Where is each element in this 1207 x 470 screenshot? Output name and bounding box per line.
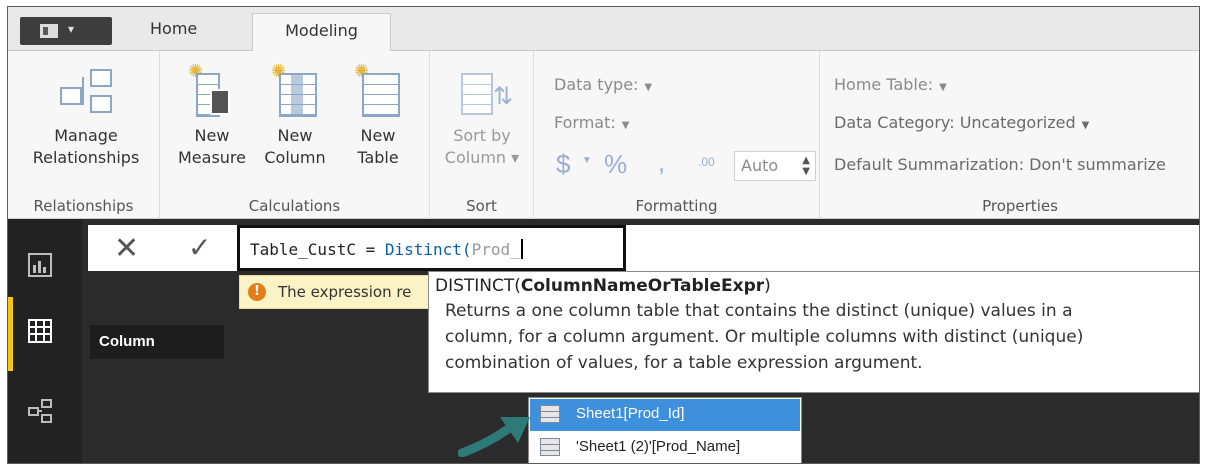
data-type-dropdown[interactable]: Data type: ▼ (554, 75, 652, 94)
data-view-icon[interactable] (28, 319, 52, 343)
cancel-formula-icon[interactable]: ✕ (114, 231, 139, 266)
file-menu-button[interactable]: ▾ (20, 17, 112, 45)
auto-value: Auto (741, 156, 779, 175)
signature-end: ) (764, 276, 771, 296)
active-view-indicator (8, 297, 13, 371)
default-summarization-dropdown[interactable]: Default Summarization: Don't summarize (834, 155, 1166, 174)
button-label: Table (357, 148, 399, 167)
warning-icon: ! (248, 283, 266, 301)
description-line: column, for a column argument. Or multip… (445, 327, 1084, 347)
formula-typed: Prod_ (471, 240, 520, 259)
text-cursor (520, 239, 523, 259)
group-calculations: ✺ New Measure ✺ New Column ✺ New Table C… (160, 51, 430, 219)
button-label: New (360, 126, 396, 145)
relationships-icon (56, 65, 116, 117)
formula-bar: ✕ ✓ Table_CustC = Distinct(Prod_ (88, 225, 1199, 271)
home-table-label: Home Table: (834, 75, 934, 94)
new-measure-icon: ✺ (188, 61, 234, 117)
group-label: Sort (466, 197, 497, 215)
data-category-dropdown[interactable]: Data Category: Uncategorized ▼ (834, 113, 1089, 132)
button-label: Sort by (453, 126, 511, 145)
commit-formula-icon[interactable]: ✓ (188, 231, 211, 264)
relationships-view-icon[interactable] (28, 399, 52, 423)
ribbon: Manage Relationships Relationships ✺ New… (8, 51, 1199, 219)
warning-text: The expression re (278, 283, 412, 301)
group-label: Calculations (248, 197, 341, 215)
ribbon-tab-bar: ▾ Home Modeling (8, 7, 1199, 53)
decimal-places-stepper[interactable]: Auto ▲ ▼ (734, 151, 816, 181)
button-label: Manage (54, 126, 118, 145)
chevron-down-icon: ▼ (621, 120, 630, 131)
signature-argument: ColumnNameOrTableExpr (520, 276, 765, 296)
tab-modeling[interactable]: Modeling (252, 13, 391, 53)
expression-warning: ! The expression re (239, 275, 429, 309)
button-label: New (277, 126, 313, 145)
new-column-button[interactable]: ✺ New Column (260, 61, 330, 169)
signature-function: DISTINCT( (435, 276, 521, 296)
new-table-icon: ✺ (354, 61, 400, 117)
document-icon (40, 24, 58, 38)
button-label: Column (264, 148, 326, 167)
button-label: Relationships (32, 148, 140, 167)
chevron-down-icon: ▼ (1081, 120, 1090, 131)
autocomplete-item-prod-name[interactable]: 'Sheet1 (2)'[Prod_Name] (530, 432, 800, 463)
description-line: combination of values, for a table expre… (445, 353, 923, 373)
autocomplete-label: 'Sheet1 (2)'[Prod_Name] (576, 438, 741, 455)
pointer-arrow-icon (458, 417, 530, 457)
function-description: Returns a one column table that contains… (435, 298, 1194, 376)
group-label: Relationships (33, 197, 134, 215)
new-table-button[interactable]: ✺ New Table (348, 61, 408, 169)
autocomplete-label: Sheet1[Prod_Id] (576, 405, 685, 422)
table-icon (540, 438, 560, 456)
group-sort: ⇅ Sort by Column ▾ Sort (430, 51, 534, 219)
group-relationships: Manage Relationships Relationships (8, 51, 160, 219)
chevron-down-icon: ▾ (68, 22, 75, 36)
decimal-button[interactable]: .00 (698, 155, 715, 169)
table-icon (540, 405, 560, 423)
button-label: Measure (178, 148, 246, 167)
tab-home[interactable]: Home (150, 19, 197, 38)
comma-button[interactable]: , (658, 147, 665, 178)
column-tooltip: Column (90, 325, 224, 359)
group-label: Properties (982, 197, 1058, 215)
currency-button[interactable]: $ (556, 149, 570, 180)
function-signature: DISTINCT(ColumnNameOrTableExpr) (435, 276, 1194, 296)
home-table-dropdown[interactable]: Home Table: ▼ (834, 75, 947, 94)
data-category-label: Data Category: Uncategorized (834, 113, 1076, 132)
autocomplete-item-prod-id[interactable]: Sheet1[Prod_Id] (530, 399, 800, 431)
data-type-label: Data type: (554, 75, 639, 94)
sort-by-column-button[interactable]: ⇅ Sort by Column ▾ (440, 65, 524, 169)
chevron-down-icon: ▼ (644, 82, 653, 93)
sort-icon: ⇅ (459, 65, 513, 117)
new-measure-button[interactable]: ✺ New Measure (178, 61, 246, 169)
new-column-icon: ✺ (271, 61, 317, 117)
format-label: Format: (554, 113, 616, 132)
manage-relationships-button[interactable]: Manage Relationships (20, 65, 152, 169)
chevron-down-icon[interactable]: ▼ (582, 155, 592, 166)
format-dropdown[interactable]: Format: ▼ (554, 113, 629, 132)
formula-input[interactable]: Table_CustC = Distinct(Prod_ (237, 225, 626, 271)
formula-function: Distinct( (384, 240, 472, 259)
formula-prefix: Table_CustC = (250, 240, 385, 259)
button-label: Column ▾ (444, 148, 520, 167)
view-sidebar (8, 219, 82, 463)
group-formatting: Data type: ▼ Format: ▼ $ ▼ % , .00 Formatt… (534, 51, 820, 219)
function-signature-tooltip: DISTINCT(ColumnNameOrTableExpr) Returns … (428, 271, 1199, 393)
report-view-icon[interactable] (28, 253, 52, 277)
spinner-icon[interactable]: ▲ ▼ (802, 155, 810, 177)
button-label: New (194, 126, 230, 145)
description-line: Returns a one column table that contains… (445, 301, 1073, 321)
app-window: ▾ Home Modeling Manage Relationships Rel… (7, 6, 1200, 464)
autocomplete-list: Sheet1[Prod_Id] 'Sheet1 (2)'[Prod_Name] (528, 397, 802, 463)
chevron-down-icon: ▼ (939, 82, 947, 93)
group-label: Formatting (635, 197, 718, 215)
percent-button[interactable]: % (604, 149, 627, 180)
group-properties: Home Table: ▼ Data Category: Uncategorize… (820, 51, 1199, 219)
